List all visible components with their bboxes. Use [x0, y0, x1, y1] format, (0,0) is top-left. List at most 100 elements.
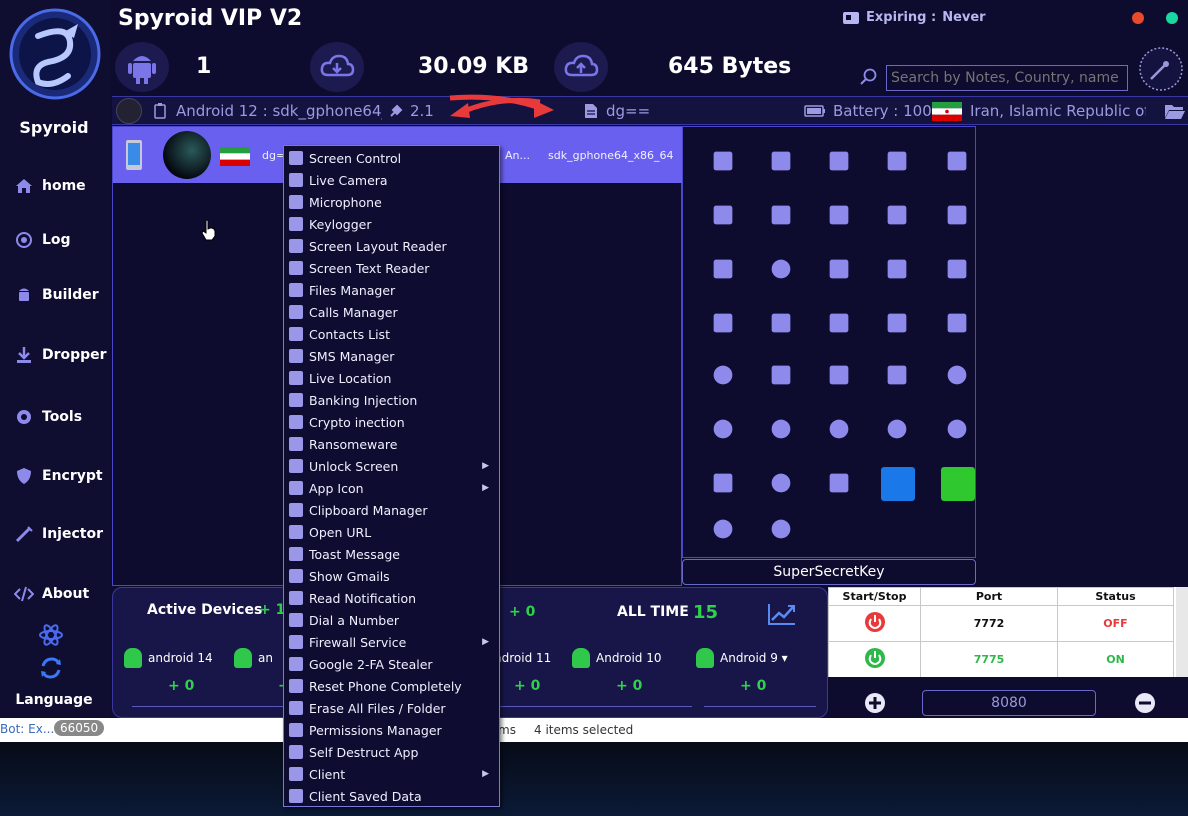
sidebar-item-home[interactable]: home [14, 175, 86, 197]
sidebar-item-builder[interactable]: Builder [14, 284, 99, 306]
call-icon[interactable] [947, 151, 967, 171]
menu-item[interactable]: Microphone [284, 191, 499, 213]
menu-item[interactable]: Self Destruct App [284, 741, 499, 763]
map-icon[interactable] [887, 205, 907, 225]
menu-item[interactable]: SMS Manager [284, 345, 499, 367]
phone-icon[interactable] [713, 151, 733, 171]
menu-item[interactable]: Crypto inection [284, 411, 499, 433]
alert-icon[interactable] [771, 419, 791, 439]
header-port: Port [920, 587, 1058, 606]
menu-item[interactable]: Contacts List [284, 323, 499, 345]
menu-item[interactable]: Live Location [284, 367, 499, 389]
google-plus-icon[interactable] [887, 365, 907, 385]
menu-item[interactable]: Unlock Screen ▶ [284, 455, 499, 477]
menu-item[interactable]: Files Manager [284, 279, 499, 301]
menu-item[interactable]: Clipboard Manager [284, 499, 499, 521]
chat-icon[interactable] [947, 419, 967, 439]
menu-item[interactable]: Permissions Manager [284, 719, 499, 741]
port-input[interactable]: 8080 [922, 690, 1096, 716]
menu-item[interactable]: Read Notification [284, 587, 499, 609]
items-selected-text: 4 items selected [534, 723, 634, 737]
menu-item[interactable]: Google 2-FA Stealer [284, 653, 499, 675]
menu-item[interactable]: Screen Control [284, 147, 499, 169]
menu-item[interactable]: Banking Injection [284, 389, 499, 411]
version-item[interactable]: Android 9 ▾ [696, 648, 788, 668]
menu-item[interactable]: Toast Message [284, 543, 499, 565]
sidebar-item-injector[interactable]: Injector [14, 523, 103, 545]
hand-icon[interactable] [887, 313, 907, 333]
bitcoin-icon[interactable] [829, 365, 849, 385]
mail-icon[interactable] [829, 151, 849, 171]
video-icon[interactable] [771, 151, 791, 171]
fire-icon[interactable] [713, 473, 733, 493]
unlock-icon[interactable] [829, 313, 849, 333]
gear-cog-icon[interactable] [947, 365, 967, 385]
power-button-on[interactable] [828, 641, 921, 678]
menu-item-icon [289, 371, 303, 385]
close-dot-button[interactable] [1132, 12, 1144, 24]
menu-item[interactable]: Calls Manager [284, 301, 499, 323]
microphone-icon[interactable] [771, 205, 791, 225]
android-icon[interactable] [947, 205, 967, 225]
add-port-button[interactable] [864, 692, 886, 714]
sidebar-item-log[interactable]: Log [14, 229, 71, 251]
language-button[interactable]: Language [0, 692, 108, 708]
search-input[interactable] [886, 65, 1128, 91]
contacts-icon[interactable] [829, 205, 849, 225]
bug-icon[interactable] [771, 259, 791, 279]
menu-item-icon [289, 217, 303, 231]
building-icon[interactable] [713, 205, 733, 225]
folder-icon[interactable] [887, 151, 907, 171]
menu-item-icon [289, 591, 303, 605]
keyboard-icon[interactable] [887, 259, 907, 279]
ports-scrollbar[interactable] [1176, 587, 1188, 687]
mobile-device-icon [126, 140, 142, 170]
sidebar-item-dropper[interactable]: Dropper [14, 344, 107, 366]
trash-icon[interactable] [947, 313, 967, 333]
sidebar-item-about[interactable]: About [14, 583, 89, 605]
sidebar-item-tools[interactable]: Tools [14, 406, 82, 428]
user-icon[interactable] [771, 519, 791, 539]
menu-item[interactable]: Client ▶ [284, 763, 499, 785]
menu-item[interactable]: Open URL [284, 521, 499, 543]
eye-icon[interactable] [887, 419, 907, 439]
menu-item[interactable]: Show Gmails [284, 565, 499, 587]
settings-icon[interactable] [771, 473, 791, 493]
items-text: ms [498, 723, 516, 737]
menu-item[interactable]: Screen Layout Reader [284, 235, 499, 257]
menu-item[interactable]: Firewall Service ▶ [284, 631, 499, 653]
menu-item-label: Google 2-FA Stealer [309, 656, 433, 672]
paperclip-icon[interactable] [713, 259, 733, 279]
clipboard-icon[interactable] [947, 259, 967, 279]
folder-open-icon[interactable] [1164, 102, 1186, 120]
minimize-dot-button[interactable] [1166, 12, 1178, 24]
menu-item[interactable]: Ransomeware [284, 433, 499, 455]
menu-item[interactable]: Live Camera [284, 169, 499, 191]
menu-item[interactable]: App Icon ▶ [284, 477, 499, 499]
alipay-icon[interactable] [881, 467, 915, 501]
speedometer-icon[interactable] [1138, 46, 1184, 92]
warning-icon[interactable] [713, 419, 733, 439]
image-icon[interactable] [829, 473, 849, 493]
wechat-icon[interactable] [941, 467, 975, 501]
menu-item[interactable]: Erase All Files / Folder [284, 697, 499, 719]
appstore-icon[interactable] [713, 365, 733, 385]
menu-item[interactable]: Reset Phone Completely [284, 675, 499, 697]
shield-icon[interactable] [829, 259, 849, 279]
version-label: android 14 [148, 651, 213, 665]
refresh-icon[interactable] [39, 656, 63, 680]
lock-icon[interactable] [771, 313, 791, 333]
stop-icon[interactable] [713, 519, 733, 539]
menu-item[interactable]: Client Saved Data [284, 785, 499, 807]
bank-icon[interactable] [771, 365, 791, 385]
eye-slash-icon[interactable] [829, 419, 849, 439]
menu-item[interactable]: Dial a Number [284, 609, 499, 631]
atom-icon[interactable] [38, 622, 64, 648]
secret-key-field[interactable]: SuperSecretKey [682, 559, 976, 585]
menu-item[interactable]: Keylogger [284, 213, 499, 235]
lock-open-icon[interactable] [713, 313, 733, 333]
sidebar-item-encrypt[interactable]: Encrypt [14, 465, 103, 487]
menu-item[interactable]: Screen Text Reader [284, 257, 499, 279]
power-button-off[interactable] [828, 605, 921, 642]
remove-port-button[interactable] [1134, 692, 1156, 714]
